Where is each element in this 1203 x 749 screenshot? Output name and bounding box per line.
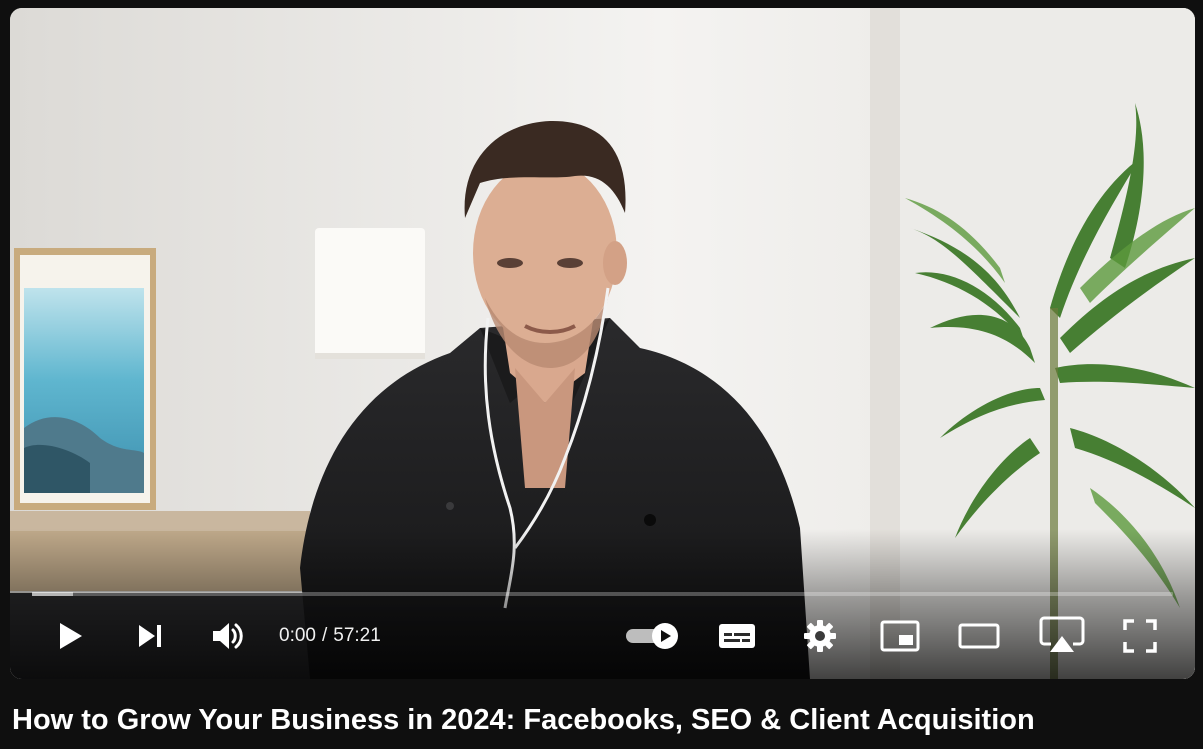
progress-bar[interactable] bbox=[32, 592, 1173, 596]
subtitles-icon bbox=[719, 624, 755, 648]
duration: 57:21 bbox=[333, 625, 381, 646]
video-title: How to Grow Your Business in 2024: Faceb… bbox=[12, 704, 1035, 736]
play-icon bbox=[60, 623, 82, 649]
theater-mode-icon bbox=[958, 623, 1000, 649]
volume-button[interactable] bbox=[208, 608, 248, 664]
time-display: 0:00 / 57:21 bbox=[279, 608, 381, 664]
theater-mode-button[interactable] bbox=[956, 608, 1002, 664]
play-button[interactable] bbox=[50, 608, 90, 664]
player-controls: 0:00 / 57:21 bbox=[10, 608, 1195, 664]
video-page: 0:00 / 57:21 How to Grow Your Business i… bbox=[0, 0, 1203, 749]
fullscreen-button[interactable] bbox=[1118, 608, 1162, 664]
settings-button[interactable] bbox=[798, 608, 842, 664]
progress-buffered bbox=[32, 592, 74, 596]
next-button[interactable] bbox=[130, 608, 170, 664]
miniplayer-icon bbox=[880, 620, 920, 652]
airplay-button[interactable] bbox=[1038, 608, 1086, 664]
subtitles-button[interactable] bbox=[715, 608, 759, 664]
current-time: 0:00 bbox=[279, 625, 316, 646]
next-icon bbox=[139, 625, 161, 647]
fullscreen-icon bbox=[1123, 619, 1157, 653]
gear-icon bbox=[804, 620, 836, 652]
volume-icon bbox=[213, 623, 243, 649]
autoplay-toggle-icon bbox=[626, 623, 678, 649]
miniplayer-button[interactable] bbox=[877, 608, 923, 664]
autoplay-toggle[interactable] bbox=[622, 608, 684, 664]
time-separator: / bbox=[321, 625, 328, 646]
airplay-icon bbox=[1039, 616, 1085, 652]
video-player[interactable]: 0:00 / 57:21 bbox=[10, 8, 1195, 679]
